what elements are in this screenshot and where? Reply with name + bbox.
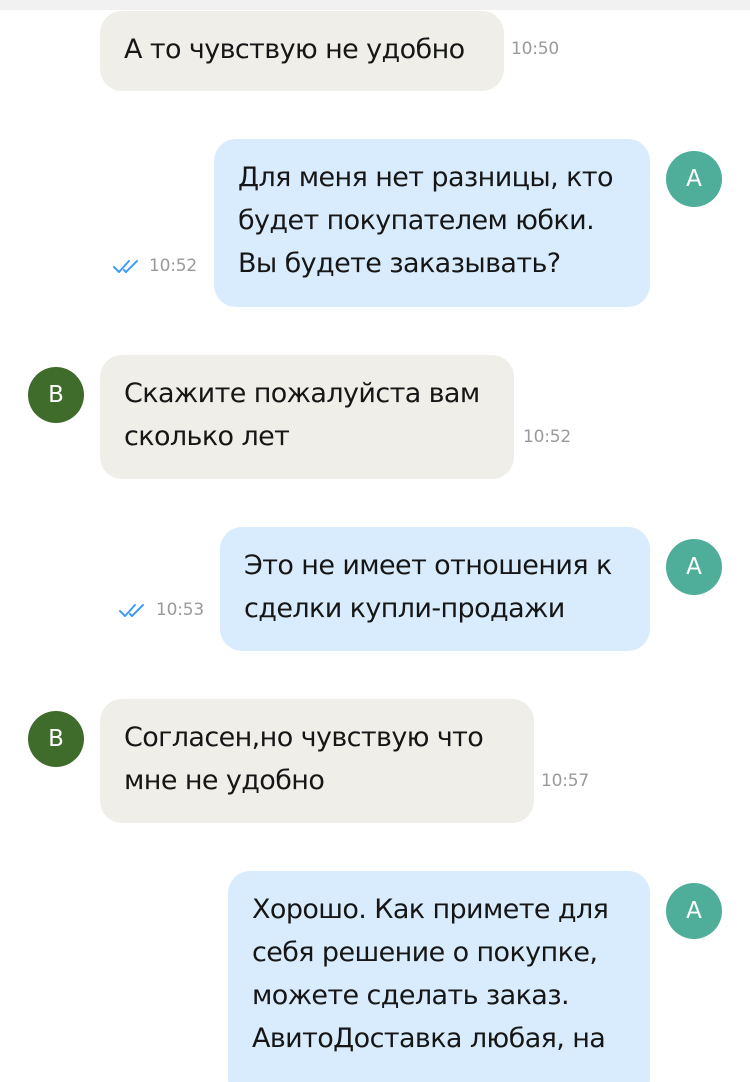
message-text: А то чувствую не удобно <box>124 34 465 65</box>
message-time: 10:57 <box>541 771 589 791</box>
message-bubble-outgoing[interactable]: Хорошо. Как примете для себя решение о п… <box>228 871 650 1082</box>
message-text: Согласен,но чувствую что <box>124 722 484 753</box>
message-bubble-outgoing[interactable]: Для меня нет разницы, кто будет покупате… <box>214 139 650 307</box>
message-text: Хорошо. Как примете для <box>252 894 609 925</box>
avatar[interactable]: В <box>28 367 84 423</box>
top-fade <box>0 0 750 10</box>
message-text: будет покупателем юбки. <box>238 205 595 236</box>
message-text: сделки купли-продажи <box>244 593 565 624</box>
message-text: Вы будете заказывать? <box>238 248 561 279</box>
message-time: 10:50 <box>511 39 559 59</box>
avatar[interactable]: А <box>666 151 722 207</box>
message-bubble-incoming[interactable]: А то чувствую не удобно <box>100 11 504 91</box>
chat-message-list[interactable]: А то чувствую не удобно 10:50 Для меня н… <box>0 0 750 1082</box>
message-text: Это не имеет отношения к <box>244 550 612 581</box>
message-text: мне не удобно <box>124 765 325 796</box>
message-time: 10:52 <box>149 256 197 276</box>
message-bubble-outgoing[interactable]: Это не имеет отношения к сделки купли-пр… <box>220 527 650 651</box>
double-check-icon <box>113 260 138 273</box>
message-text: Для меня нет разницы, кто <box>238 162 613 193</box>
message-time: 10:53 <box>156 600 204 620</box>
message-time: 10:52 <box>523 427 571 447</box>
message-bubble-incoming[interactable]: Согласен,но чувствую что мне не удобно <box>100 699 534 823</box>
message-text: Скажите пожалуйста вам <box>124 378 480 409</box>
message-text: можете сделать заказ. <box>252 980 570 1011</box>
message-bubble-incoming[interactable]: Скажите пожалуйста вам сколько лет <box>100 355 514 479</box>
avatar[interactable]: А <box>666 883 722 939</box>
double-check-icon <box>119 604 144 617</box>
avatar[interactable]: А <box>666 539 722 595</box>
message-text: себя решение о покупке, <box>252 937 598 968</box>
message-text: сколько лет <box>124 421 290 452</box>
avatar[interactable]: В <box>28 711 84 767</box>
message-text: АвитоДоставка любая, на <box>252 1023 606 1054</box>
